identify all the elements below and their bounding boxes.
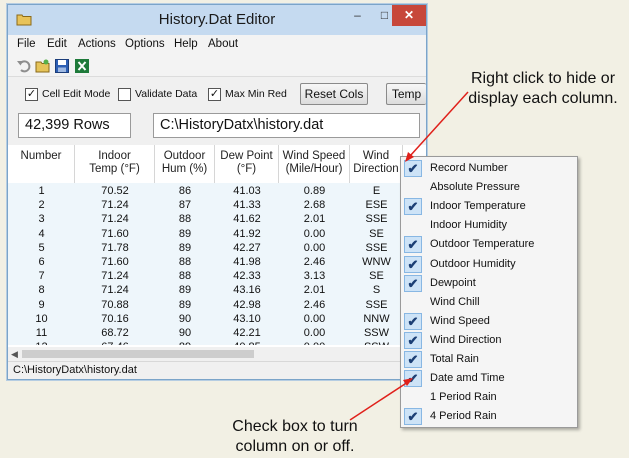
annotation-arrows: [349, 91, 469, 421]
arrow-to-checkbox: [349, 381, 409, 421]
arrow-to-context-menu: [409, 91, 469, 157]
